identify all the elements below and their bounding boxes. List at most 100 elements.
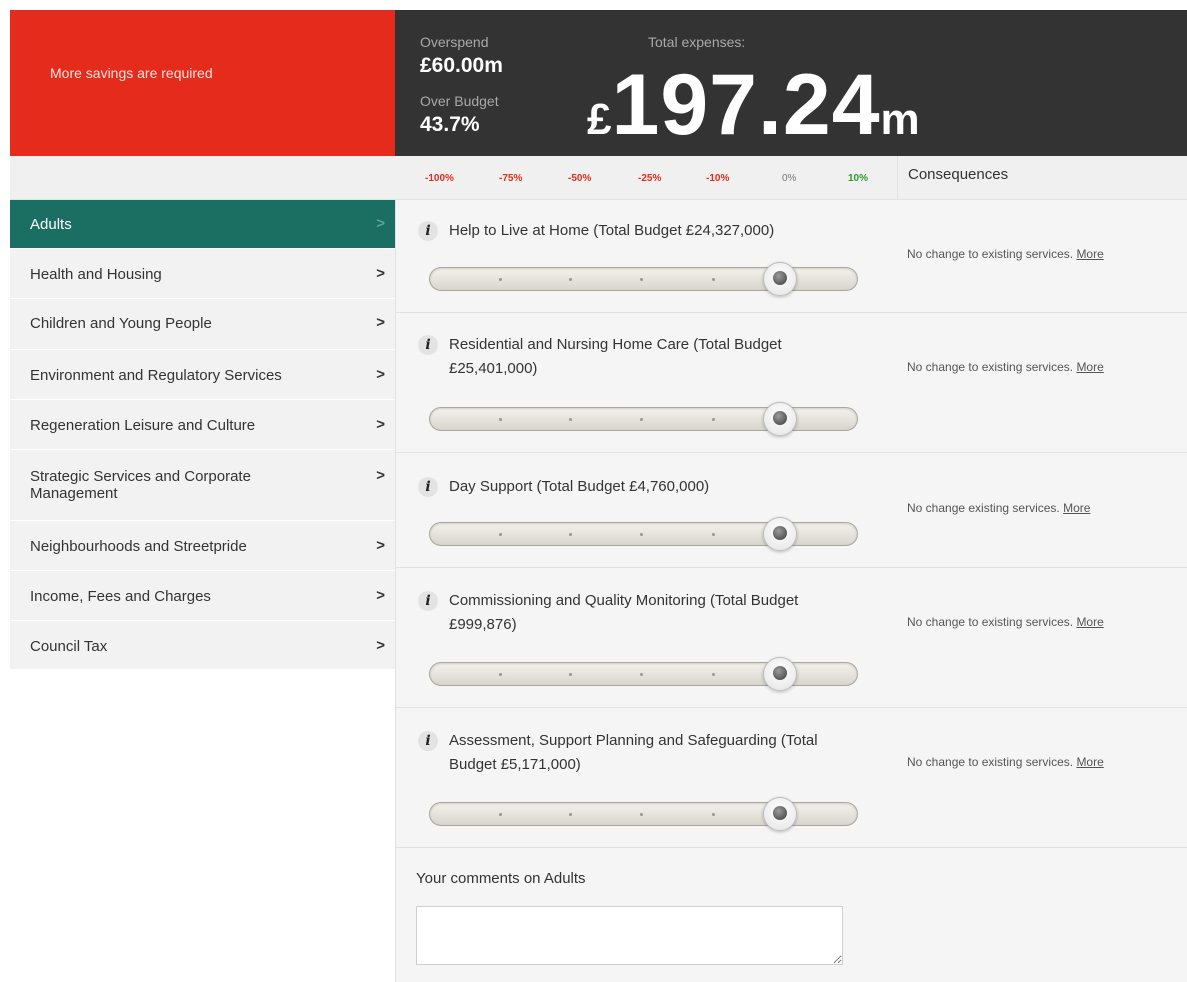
slider-tick (569, 278, 572, 281)
over-budget-value: 43.7% (420, 113, 480, 136)
sidebar-item-label: Environment and Regulatory Services (30, 367, 282, 384)
chevron-right-icon: > (376, 537, 385, 554)
sidebar-item-label: Children and Young People (30, 315, 212, 332)
overspend-value: £60.00m (420, 54, 503, 77)
slider-handle[interactable] (763, 402, 797, 436)
info-icon[interactable]: i (418, 477, 438, 497)
slider-tick (712, 813, 715, 816)
slider-tick (499, 278, 502, 281)
budget-item: i Assessment, Support Planning and Safeg… (396, 708, 1187, 848)
budget-slider[interactable] (429, 657, 858, 691)
sidebar-item-neighbourhoods-and-streetpride[interactable]: Neighbourhoods and Streetpride > (10, 521, 395, 571)
total-unit: m (880, 95, 920, 144)
consequences-header: Consequences (897, 156, 1008, 200)
chevron-right-icon: > (376, 587, 385, 604)
sidebar-item-council-tax[interactable]: Council Tax > (10, 621, 395, 670)
percentage-scale-row: -100% -75% -50% -25% -10% 0% 10% Consequ… (10, 156, 1187, 200)
slider-tick (712, 418, 715, 421)
slider-tick (569, 813, 572, 816)
more-link[interactable]: More (1076, 247, 1103, 261)
budget-item: i Help to Live at Home (Total Budget £24… (396, 200, 1187, 313)
consequence-description: No change to existing services. (907, 615, 1074, 629)
sidebar-item-regeneration-leisure-and-culture[interactable]: Regeneration Leisure and Culture > (10, 400, 395, 450)
slider-handle[interactable] (763, 657, 797, 691)
slider-tick (712, 673, 715, 676)
percentage-scale: -100% -75% -50% -25% -10% 0% 10% (405, 156, 895, 200)
chevron-right-icon: > (376, 215, 385, 232)
more-link[interactable]: More (1076, 615, 1103, 629)
consequence-description: No change to existing services. (907, 360, 1074, 374)
slider-tick (569, 418, 572, 421)
slider-tick (712, 278, 715, 281)
budget-item: i Residential and Nursing Home Care (Tot… (396, 313, 1187, 453)
budget-items-panel: i Help to Live at Home (Total Budget £24… (395, 200, 1187, 982)
sidebar-item-adults[interactable]: Adults > (10, 200, 395, 249)
slider-tick (640, 813, 643, 816)
more-link[interactable]: More (1076, 755, 1103, 769)
scale-label-minus-25: -25% (638, 173, 662, 184)
sidebar-item-label: Neighbourhoods and Streetpride (30, 538, 247, 555)
consequence-text: No change to existing services. More (907, 247, 1104, 261)
slider-tick (499, 813, 502, 816)
slider-handle[interactable] (763, 517, 797, 551)
comments-label: Your comments on Adults (416, 870, 586, 887)
consequence-description: No change to existing services. (907, 247, 1074, 261)
slider-tick (499, 418, 502, 421)
sidebar-item-label: Adults (30, 216, 72, 233)
scale-label-minus-10: -10% (706, 173, 730, 184)
over-budget-label: Over Budget (420, 93, 499, 109)
category-sidebar: Adults > Health and Housing > Children a… (10, 200, 395, 670)
more-link[interactable]: More (1076, 360, 1103, 374)
more-link[interactable]: More (1063, 501, 1090, 515)
budget-item-title: Day Support (Total Budget £4,760,000) (449, 478, 710, 495)
consequence-text: No change to existing services. More (907, 755, 1104, 769)
budget-slider[interactable] (429, 262, 858, 296)
sidebar-item-income-fees-and-charges[interactable]: Income, Fees and Charges > (10, 571, 395, 621)
comments-textarea[interactable] (416, 906, 843, 965)
slider-tick (499, 673, 502, 676)
budget-header: More savings are required Overspend £60.… (10, 10, 1187, 156)
slider-tick (569, 673, 572, 676)
chevron-right-icon: > (376, 366, 385, 383)
sidebar-item-environment-and-regulatory-services[interactable]: Environment and Regulatory Services > (10, 350, 395, 400)
budget-slider[interactable] (429, 402, 858, 436)
total-expenses-label: Total expenses: (648, 34, 746, 50)
consequence-description: No change to existing services. (907, 755, 1074, 769)
budget-item-title: Commissioning and Quality Monitoring (To… (449, 592, 799, 633)
sidebar-item-label: Regeneration Leisure and Culture (30, 417, 256, 434)
sidebar-item-label: Income, Fees and Charges (30, 588, 211, 605)
slider-handle[interactable] (763, 797, 797, 831)
budget-item-title: Residential and Nursing Home Care (Total… (449, 336, 782, 377)
sidebar-item-label: Council Tax (30, 638, 108, 655)
chevron-right-icon: > (376, 314, 385, 331)
chevron-right-icon: > (376, 416, 385, 433)
slider-tick (640, 418, 643, 421)
budget-slider[interactable] (429, 797, 858, 831)
scale-label-plus-10: 10% (848, 173, 869, 184)
scale-label-minus-75: -75% (499, 173, 523, 184)
budget-slider[interactable] (429, 517, 858, 551)
slider-tick (640, 278, 643, 281)
chevron-right-icon: > (376, 637, 385, 654)
total-currency: £ (587, 95, 612, 144)
sidebar-item-label: Strategic Services and Corporate Managem… (30, 468, 251, 502)
overspend-label: Overspend (420, 34, 489, 50)
info-icon[interactable]: i (418, 335, 438, 355)
sidebar-item-health-and-housing[interactable]: Health and Housing > (10, 249, 395, 299)
chevron-right-icon: > (376, 467, 385, 484)
slider-handle[interactable] (763, 262, 797, 296)
info-icon[interactable]: i (418, 731, 438, 751)
scale-label-minus-50: -50% (568, 173, 592, 184)
budget-item: i Commissioning and Quality Monitoring (… (396, 568, 1187, 708)
scale-label-zero: 0% (782, 173, 797, 184)
slider-tick (499, 533, 502, 536)
info-icon[interactable]: i (418, 221, 438, 241)
sidebar-item-strategic-services-and-corporate-management[interactable]: Strategic Services and Corporate Managem… (10, 450, 395, 521)
consequence-text: No change existing services. More (907, 501, 1090, 515)
slider-tick (712, 533, 715, 536)
budget-summary: Overspend £60.00m Over Budget 43.7% Tota… (395, 10, 1187, 156)
info-icon[interactable]: i (418, 591, 438, 611)
budget-item: i Day Support (Total Budget £4,760,000) … (396, 453, 1187, 568)
slider-tick (640, 533, 643, 536)
sidebar-item-children-and-young-people[interactable]: Children and Young People > (10, 299, 395, 350)
